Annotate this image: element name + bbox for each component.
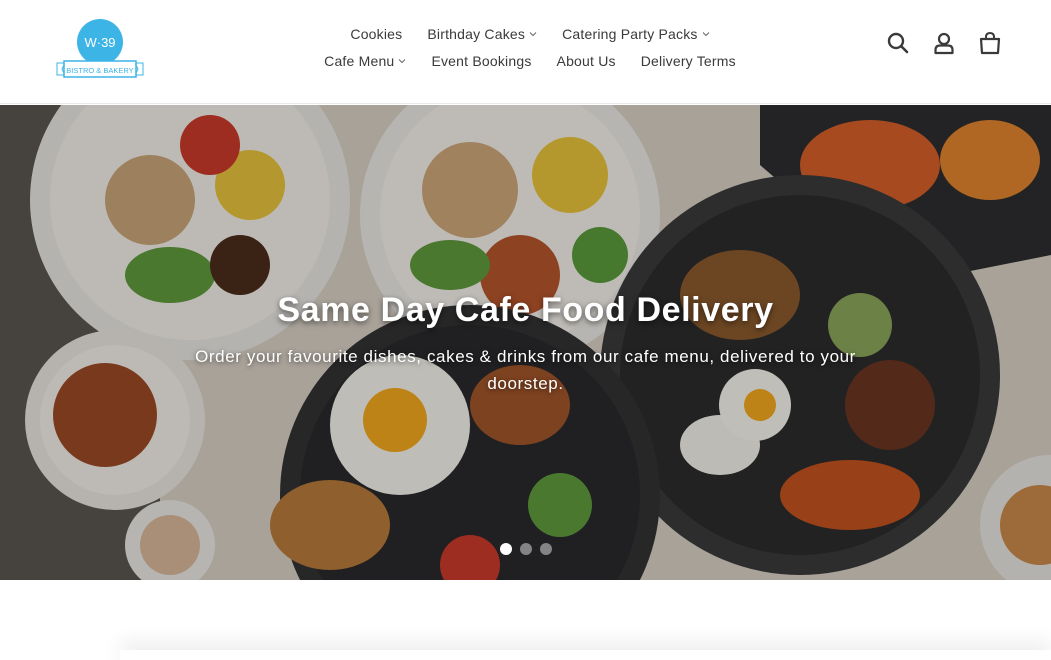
hero-title: Same Day Cafe Food Delivery [277, 291, 774, 329]
hero-slideshow[interactable]: Same Day Cafe Food Delivery Order your f… [0, 105, 1051, 580]
nav-item-about-us[interactable]: About Us [557, 53, 616, 69]
nav-item-cookies[interactable]: Cookies [350, 26, 402, 42]
cart-button[interactable] [977, 30, 1003, 56]
slide-dot-2[interactable] [520, 543, 532, 555]
chevron-down-icon [529, 31, 537, 36]
nav-item-label: Catering Party Packs [562, 25, 698, 42]
nav-item-birthday-cakes[interactable]: Birthday Cakes [427, 26, 537, 42]
search-icon [887, 32, 909, 54]
cart-icon [979, 31, 1001, 55]
site-header: W·39 BISTRO & BAKERY Cookies Birthday Ca… [0, 0, 1051, 104]
header-icons [885, 30, 1003, 56]
slide-dot-3[interactable] [540, 543, 552, 555]
account-icon [934, 32, 954, 55]
content-section [0, 580, 1051, 660]
nav-item-catering-party-packs[interactable]: Catering Party Packs [562, 26, 710, 42]
nav-row-1: Cookies Birthday Cakes Catering Party Pa… [230, 20, 830, 47]
slide-dot-1[interactable] [500, 543, 512, 555]
account-button[interactable] [931, 30, 957, 56]
chevron-down-icon [399, 58, 406, 63]
section-edge [120, 650, 1051, 660]
nav-item-label: Delivery Terms [640, 52, 736, 69]
nav-item-event-bookings[interactable]: Event Bookings [431, 53, 531, 69]
logo-text-ribbon: BISTRO & BAKERY [66, 66, 133, 75]
nav-row-2: Cafe Menu Event Bookings About Us Delive… [230, 47, 830, 74]
chevron-down-icon [702, 31, 709, 36]
hero-subtitle: Order your favourite dishes, cakes & dri… [195, 347, 856, 393]
logo[interactable]: W·39 BISTRO & BAKERY [55, 13, 145, 81]
nav-item-label: Birthday Cakes [427, 25, 526, 42]
logo-mark: W·39 BISTRO & BAKERY [56, 19, 144, 78]
nav-item-label: Event Bookings [431, 52, 532, 69]
nav-item-label: About Us [556, 52, 616, 69]
slideshow-dots [500, 543, 552, 555]
search-button[interactable] [885, 30, 911, 56]
nav-item-label: Cafe Menu [324, 52, 395, 69]
nav-item-delivery-terms[interactable]: Delivery Terms [641, 53, 736, 69]
logo-text-top: W·39 [84, 35, 115, 50]
nav-item-label: Cookies [350, 25, 403, 42]
main-nav: Cookies Birthday Cakes Catering Party Pa… [230, 20, 830, 74]
nav-item-cafe-menu[interactable]: Cafe Menu [324, 53, 406, 69]
